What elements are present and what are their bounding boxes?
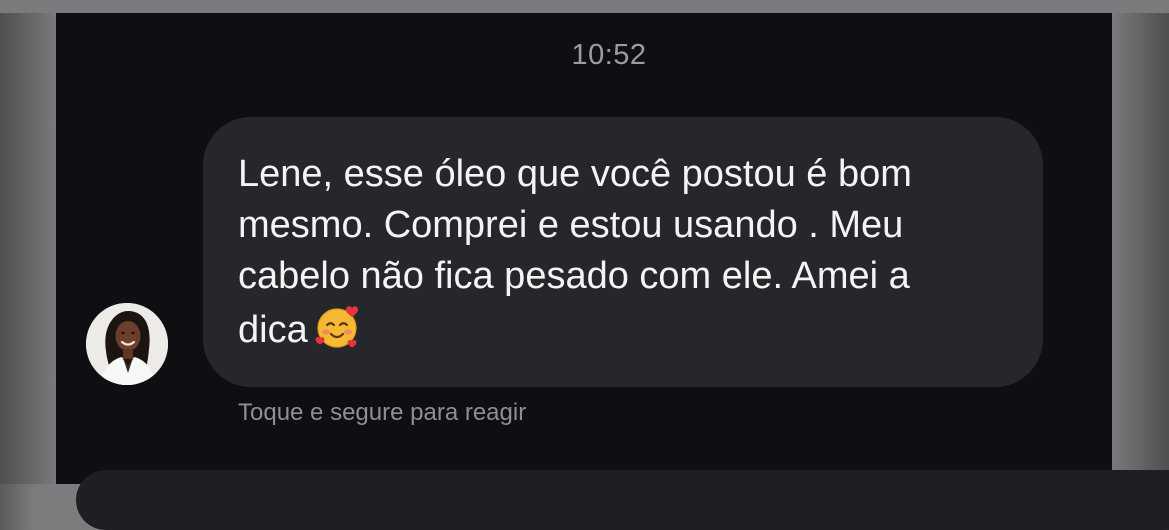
smiling-face-with-hearts-icon — [312, 302, 362, 366]
right-frame-border — [1112, 0, 1169, 484]
react-hint-text: Toque e segure para reagir — [238, 399, 527, 426]
left-frame-border — [0, 0, 56, 484]
message-bubble[interactable]: Lene, esse óleo que você postou é bom me… — [203, 117, 1043, 387]
sender-avatar[interactable] — [86, 303, 168, 385]
avatar-photo-icon — [86, 303, 168, 385]
message-timestamp: 10:52 — [571, 39, 647, 71]
top-frame-border — [0, 0, 1169, 13]
message-text: Lene, esse óleo que você postou é bom me… — [238, 149, 1009, 366]
chat-screen: 10:52 Lene, esse óleo que você postou é … — [56, 13, 1169, 530]
next-message-bubble[interactable] — [76, 470, 1169, 530]
